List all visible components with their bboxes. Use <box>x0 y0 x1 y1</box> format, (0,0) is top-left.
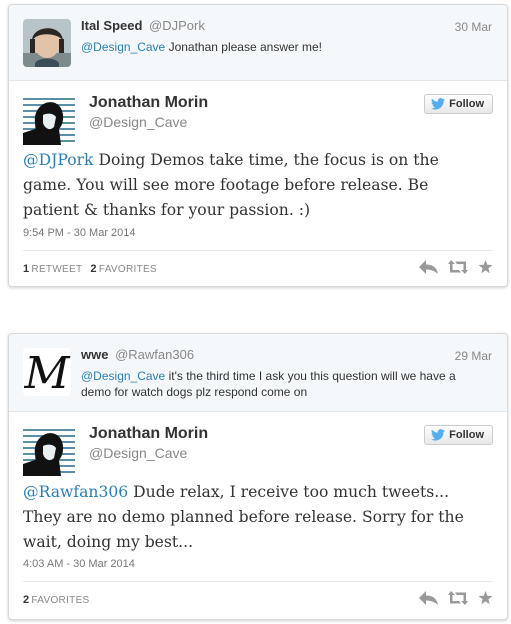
divider <box>23 581 493 582</box>
tweet-text: @Rawfan306 Dude relax, I receive too muc… <box>23 480 488 555</box>
twitter-bird-icon <box>431 98 446 110</box>
author-name[interactable]: Jonathan Morin <box>89 94 208 112</box>
parent-text: @Design_Cave it's the third time I ask y… <box>81 368 481 400</box>
author-handle[interactable]: @Design_Cave <box>89 114 187 130</box>
avatar[interactable]: M <box>23 348 71 396</box>
mention-link[interactable]: @Design_Cave <box>81 40 165 54</box>
favorite-icon[interactable] <box>478 591 493 605</box>
parent-author-name[interactable]: wwe <box>81 347 108 362</box>
parent-date[interactable]: 30 Mar <box>455 20 492 34</box>
tweet-card: Ital Speed @DJPork 30 Mar @Design_Cave J… <box>8 4 508 287</box>
favorite-icon[interactable] <box>478 260 493 274</box>
avatar[interactable] <box>23 424 75 476</box>
mention-link[interactable]: @Design_Cave <box>81 369 165 383</box>
reply-icon[interactable] <box>419 591 438 605</box>
avatar[interactable] <box>23 19 71 67</box>
follow-button[interactable]: Follow <box>424 94 493 114</box>
tweet-timestamp[interactable]: 4:03 AM - 30 Mar 2014 <box>23 558 135 570</box>
tweet-text: @DJPork Doing Demos take time, the focus… <box>23 148 488 223</box>
retweet-icon[interactable] <box>448 591 468 605</box>
mention-link[interactable]: @DJPork <box>23 151 94 169</box>
tweet-card: M wwe @Rawfan306 29 Mar @Design_Cave it'… <box>8 333 508 620</box>
favorites-count[interactable]: 2 FAVORITES <box>90 263 157 275</box>
tweet-actions <box>419 591 493 605</box>
svg-text:M: M <box>23 348 70 396</box>
author-name[interactable]: Jonathan Morin <box>89 425 208 443</box>
retweet-icon[interactable] <box>448 260 468 274</box>
parent-author-handle[interactable]: @DJPork <box>149 18 205 33</box>
mention-link[interactable]: @Rawfan306 <box>23 483 128 501</box>
tweet-stats: 2 FAVORITES <box>23 594 90 606</box>
follow-button[interactable]: Follow <box>424 425 493 445</box>
parent-date[interactable]: 29 Mar <box>455 349 492 363</box>
parent-text: @Design_Cave Jonathan please answer me! <box>81 39 481 55</box>
parent-author-handle[interactable]: @Rawfan306 <box>115 347 194 362</box>
twitter-bird-icon <box>431 429 446 441</box>
parent-author-name[interactable]: Ital Speed <box>81 18 142 33</box>
parent-tweet[interactable]: Ital Speed @DJPork 30 Mar @Design_Cave J… <box>9 5 507 81</box>
tweet-stats: 1 RETWEET 2 FAVORITES <box>23 263 157 275</box>
tweet-actions <box>419 260 493 274</box>
author-handle[interactable]: @Design_Cave <box>89 445 187 461</box>
tweet-timestamp[interactable]: 9:54 PM - 30 Mar 2014 <box>23 227 136 239</box>
parent-tweet[interactable]: M wwe @Rawfan306 29 Mar @Design_Cave it'… <box>9 334 507 412</box>
follow-label: Follow <box>449 98 484 110</box>
follow-label: Follow <box>449 429 484 441</box>
retweet-count[interactable]: 1 RETWEET <box>23 263 82 275</box>
avatar[interactable] <box>23 93 75 145</box>
parent-text-body: Jonathan please answer me! <box>165 40 322 54</box>
reply-icon[interactable] <box>419 260 438 274</box>
divider <box>23 250 493 251</box>
favorites-count[interactable]: 2 FAVORITES <box>23 594 90 606</box>
